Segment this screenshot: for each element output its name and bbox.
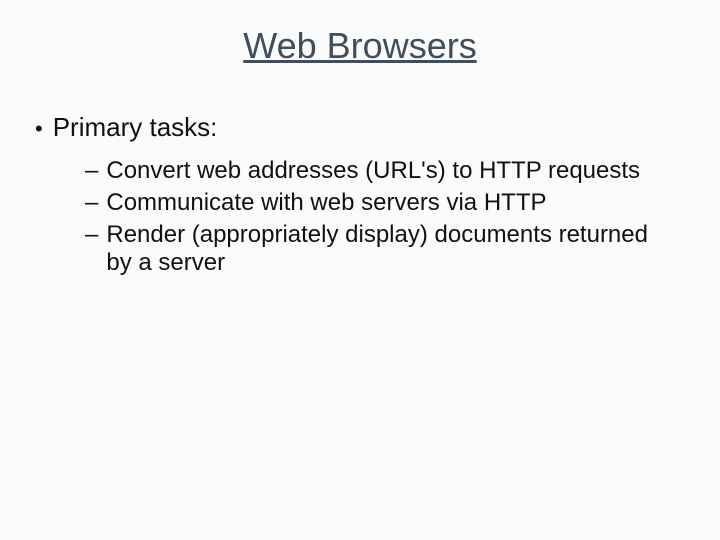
dash-marker: – [85, 157, 98, 186]
sub-item-text: Render (appropriately display) documents… [106, 221, 670, 279]
dash-marker: – [85, 189, 98, 218]
bullet-text: Primary tasks: [53, 112, 218, 143]
dash-marker: – [85, 221, 98, 250]
list-item: – Convert web addresses (URL's) to HTTP … [85, 157, 670, 186]
bullet-marker: • [35, 116, 43, 142]
sub-item-text: Communicate with web servers via HTTP [106, 189, 670, 218]
list-item: – Render (appropriately display) documen… [85, 221, 670, 279]
sub-item-text: Convert web addresses (URL's) to HTTP re… [106, 157, 670, 186]
slide-content: • Primary tasks: – Convert web addresses… [0, 112, 720, 278]
list-item: – Communicate with web servers via HTTP [85, 189, 670, 218]
slide-title: Web Browsers [0, 25, 720, 67]
bullet-item: • Primary tasks: [35, 112, 670, 143]
sub-list: – Convert web addresses (URL's) to HTTP … [35, 157, 670, 278]
